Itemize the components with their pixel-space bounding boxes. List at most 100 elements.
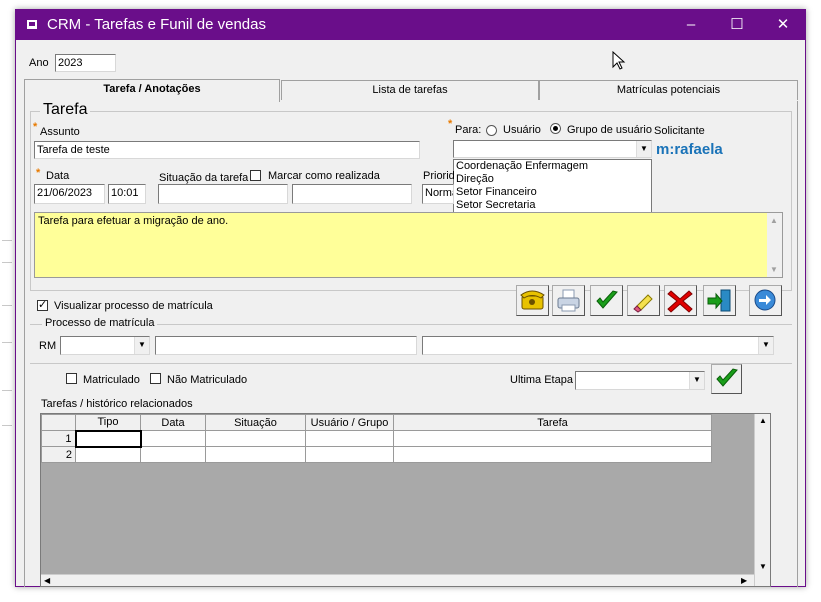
chevron-down-icon[interactable]: ▼	[636, 141, 651, 157]
notes-scrollbar[interactable]: ▲ ▼	[767, 213, 782, 277]
table-row[interactable]: 2	[41, 446, 712, 463]
chevron-down-icon[interactable]: ▼	[758, 337, 773, 354]
table-cell[interactable]	[74, 429, 142, 448]
table-row[interactable]: 1	[41, 429, 712, 448]
grid-vertical-scrollbar[interactable]: ▲ ▼	[754, 414, 770, 586]
data-label: Data	[46, 170, 70, 182]
usuario-radio[interactable]	[486, 125, 497, 136]
scroll-up-icon[interactable]: ▲	[770, 216, 778, 225]
grid-horizontal-scrollbar[interactable]: ◀ ▶	[41, 574, 754, 586]
tab-matriculas-potenciais[interactable]: Matrículas potenciais	[539, 80, 798, 100]
marcar-realizada-checkbox[interactable]	[250, 170, 261, 181]
prioridade-select[interactable]: Norma	[422, 184, 454, 204]
table-cell[interactable]	[75, 446, 141, 463]
divider	[30, 363, 792, 364]
column-header[interactable]: Tipo	[75, 414, 141, 431]
exit-door-icon	[707, 289, 731, 312]
dropdown-option[interactable]: Setor Financeiro	[456, 186, 651, 199]
dropdown-option[interactable]: Setor Secretaria	[456, 199, 651, 212]
table-cell[interactable]	[140, 430, 206, 447]
eraser-icon	[633, 294, 653, 313]
filter-confirm-button[interactable]	[711, 364, 742, 394]
ultima-etapa-label: Ultima Etapa	[510, 374, 573, 386]
dropdown-option[interactable]: Direção	[456, 173, 651, 186]
scroll-right-icon[interactable]: ▶	[741, 576, 747, 585]
window-title: CRM - Tarefas e Funil de vendas	[47, 16, 266, 33]
phone-button[interactable]	[516, 285, 549, 316]
chevron-down-icon[interactable]: ▼	[134, 337, 149, 354]
printer-icon	[557, 289, 580, 312]
tab-label: Tarefa / Anotações	[103, 83, 201, 95]
historico-label: Tarefas / histórico relacionados	[41, 398, 193, 410]
background-mark	[2, 342, 12, 343]
tab-tarefa-anotacoes[interactable]: Tarefa / Anotações	[24, 79, 280, 102]
rm-name-input[interactable]	[155, 336, 417, 355]
scroll-left-icon[interactable]: ◀	[44, 576, 50, 585]
solicitante-label: Solicitante	[654, 125, 705, 137]
exit-button[interactable]	[703, 285, 736, 316]
historico-grid: Tipo Data Situação Usuário / Grupo Taref…	[40, 413, 771, 587]
clear-button[interactable]	[627, 285, 660, 316]
grupo-select[interactable]: ▼	[453, 140, 652, 158]
dropdown-option[interactable]: Coordenação Enfermagem	[456, 160, 651, 173]
table-cell[interactable]	[305, 446, 394, 463]
column-header[interactable]: Data	[140, 414, 206, 431]
curso-select[interactable]: ▼	[422, 336, 774, 355]
table-cell[interactable]	[205, 446, 306, 463]
mouse-cursor-icon	[612, 51, 626, 70]
ano-label: Ano	[29, 57, 49, 69]
table-cell[interactable]	[305, 430, 394, 447]
notes-text: Tarefa para efetuar a migração de ano.	[38, 215, 229, 227]
ultima-etapa-select[interactable]: ▼	[575, 371, 705, 390]
app-icon	[27, 20, 37, 29]
grupo-usuario-radio[interactable]	[550, 123, 561, 134]
tab-label: Lista de tarefas	[372, 84, 448, 96]
visualizar-checkbox[interactable]: ✓	[37, 299, 48, 311]
situacao-input[interactable]	[158, 184, 288, 204]
tarefa-section-title: Tarefa	[40, 101, 91, 119]
chevron-down-icon[interactable]: ▼	[689, 372, 704, 389]
confirm-button[interactable]	[590, 285, 623, 316]
background-mark	[2, 262, 12, 263]
title-bar[interactable]: CRM - Tarefas e Funil de vendas – ☐ ✕	[16, 10, 805, 40]
table-cell[interactable]	[393, 446, 712, 463]
column-header[interactable]: Situação	[205, 414, 306, 431]
realizada-input[interactable]	[292, 184, 412, 204]
assunto-input[interactable]: Tarefa de teste	[34, 141, 420, 159]
desktop-background	[0, 0, 14, 602]
notes-textarea[interactable]: Tarefa para efetuar a migração de ano.	[34, 212, 783, 278]
required-asterisk: *	[448, 118, 453, 130]
maximize-button[interactable]: ☐	[714, 10, 760, 40]
phone-icon	[520, 290, 545, 310]
scroll-up-icon[interactable]: ▲	[759, 416, 767, 425]
nao-matriculado-checkbox[interactable]	[150, 373, 161, 384]
prioridade-label: Priorid	[423, 170, 455, 182]
rm-select[interactable]: ▼	[60, 336, 150, 355]
hora-input[interactable]: 10:01	[108, 184, 146, 204]
close-button[interactable]: ✕	[760, 10, 806, 40]
next-button[interactable]	[749, 285, 782, 316]
ano-input[interactable]: 2023	[55, 54, 116, 72]
next-arrow-icon	[754, 289, 776, 311]
para-label: Para:	[455, 124, 482, 136]
background-mark	[2, 390, 12, 391]
grupo-dropdown-list: Coordenação Enfermagem Direção Setor Fin…	[453, 159, 652, 213]
table-cell[interactable]	[205, 430, 306, 447]
matriculado-checkbox[interactable]	[66, 373, 77, 384]
confirm-check-icon	[716, 368, 738, 387]
background-mark	[2, 240, 12, 241]
nao-matriculado-label: Não Matriculado	[167, 374, 248, 386]
scroll-down-icon[interactable]: ▼	[770, 265, 778, 274]
tab-lista-de-tarefas[interactable]: Lista de tarefas	[281, 80, 539, 100]
tab-label: Matrículas potenciais	[616, 84, 721, 96]
column-header[interactable]: Usuário / Grupo	[305, 414, 394, 431]
table-cell[interactable]	[393, 430, 712, 447]
column-header[interactable]: Tarefa	[393, 414, 712, 431]
print-button[interactable]	[552, 285, 585, 316]
delete-button[interactable]	[664, 285, 697, 316]
data-input[interactable]: 21/06/2023	[34, 184, 105, 204]
minimize-button[interactable]: –	[668, 10, 714, 40]
marcar-realizada-label: Marcar como realizada	[268, 170, 380, 182]
scroll-down-icon[interactable]: ▼	[759, 562, 767, 571]
table-cell[interactable]	[140, 446, 206, 463]
